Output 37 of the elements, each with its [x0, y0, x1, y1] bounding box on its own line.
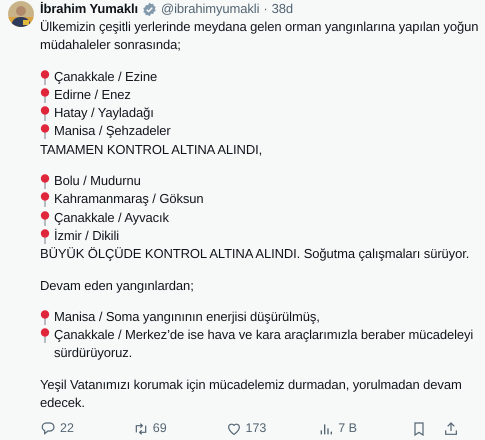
pin-icon [40, 70, 50, 85]
author-name[interactable]: İbrahim Yumaklı [40, 0, 138, 18]
post-text: Edirne / Enez [54, 86, 131, 104]
repost-button[interactable]: 69 [132, 419, 167, 438]
post-text: Ülkemizin çeşitli yerlerinde meydana gelen orman yangınlarına yapılan yoğun müdahaleler sonrasında; [40, 18, 480, 54]
pin-icon [40, 88, 50, 103]
pin-icon [40, 228, 50, 244]
share-button[interactable] [443, 420, 459, 437]
post-text: Hatay / Yayladağı [54, 104, 154, 122]
post-text: Çanakkale / Merkez’de ise hava ve kara araçlarımızla beraber mücadeleyi sürdürüyoruz. [54, 326, 474, 362]
heart-icon [226, 420, 242, 437]
pin-icon [40, 124, 50, 140]
post-text: Manisa / Şehzadeler [54, 122, 171, 140]
post-text: BÜYÜK ÖLÇÜDE KONTROL ALTINA ALINDI. Soğutma çalışmaları sürüyor. [40, 245, 470, 264]
post-text: Manisa / Soma yangınının enerjisi düşürülmüş, [54, 308, 320, 326]
pin-icon [40, 210, 50, 226]
pin-icon [40, 106, 50, 122]
post-text: İzmir / Dikili [54, 226, 120, 245]
post-time[interactable]: 38d [272, 0, 293, 18]
post-text: Yeşil Vatanımızı korumak için mücadelemiz durmadan, yorulmadan devam edecek. [40, 376, 463, 412]
post-text: Bolu / Mudurnu [54, 172, 141, 190]
repost-icon [132, 420, 149, 437]
pin-icon [40, 192, 50, 208]
reply-icon [40, 420, 56, 437]
post-text: Çanakkale / Ayvacık [54, 208, 169, 227]
post-text: TAMAMEN KONTROL ALTINA ALINDI, [40, 140, 264, 159]
pin-icon [40, 310, 50, 325]
pin-icon [40, 328, 50, 344]
post-text: Çanakkale / Ezine [54, 68, 158, 86]
separator-dot: · [263, 0, 268, 18]
post-text: Kahramanmaraş / Göksun [54, 190, 204, 208]
author-handle[interactable]: @ibrahimyumakli [160, 0, 260, 18]
views-button[interactable]: 7 B [318, 419, 358, 438]
reply-button[interactable]: 22 [40, 419, 74, 438]
pin-icon [40, 174, 50, 190]
post-text: Devam eden yangınlardan; [40, 276, 195, 295]
like-button[interactable]: 173 [226, 419, 266, 438]
